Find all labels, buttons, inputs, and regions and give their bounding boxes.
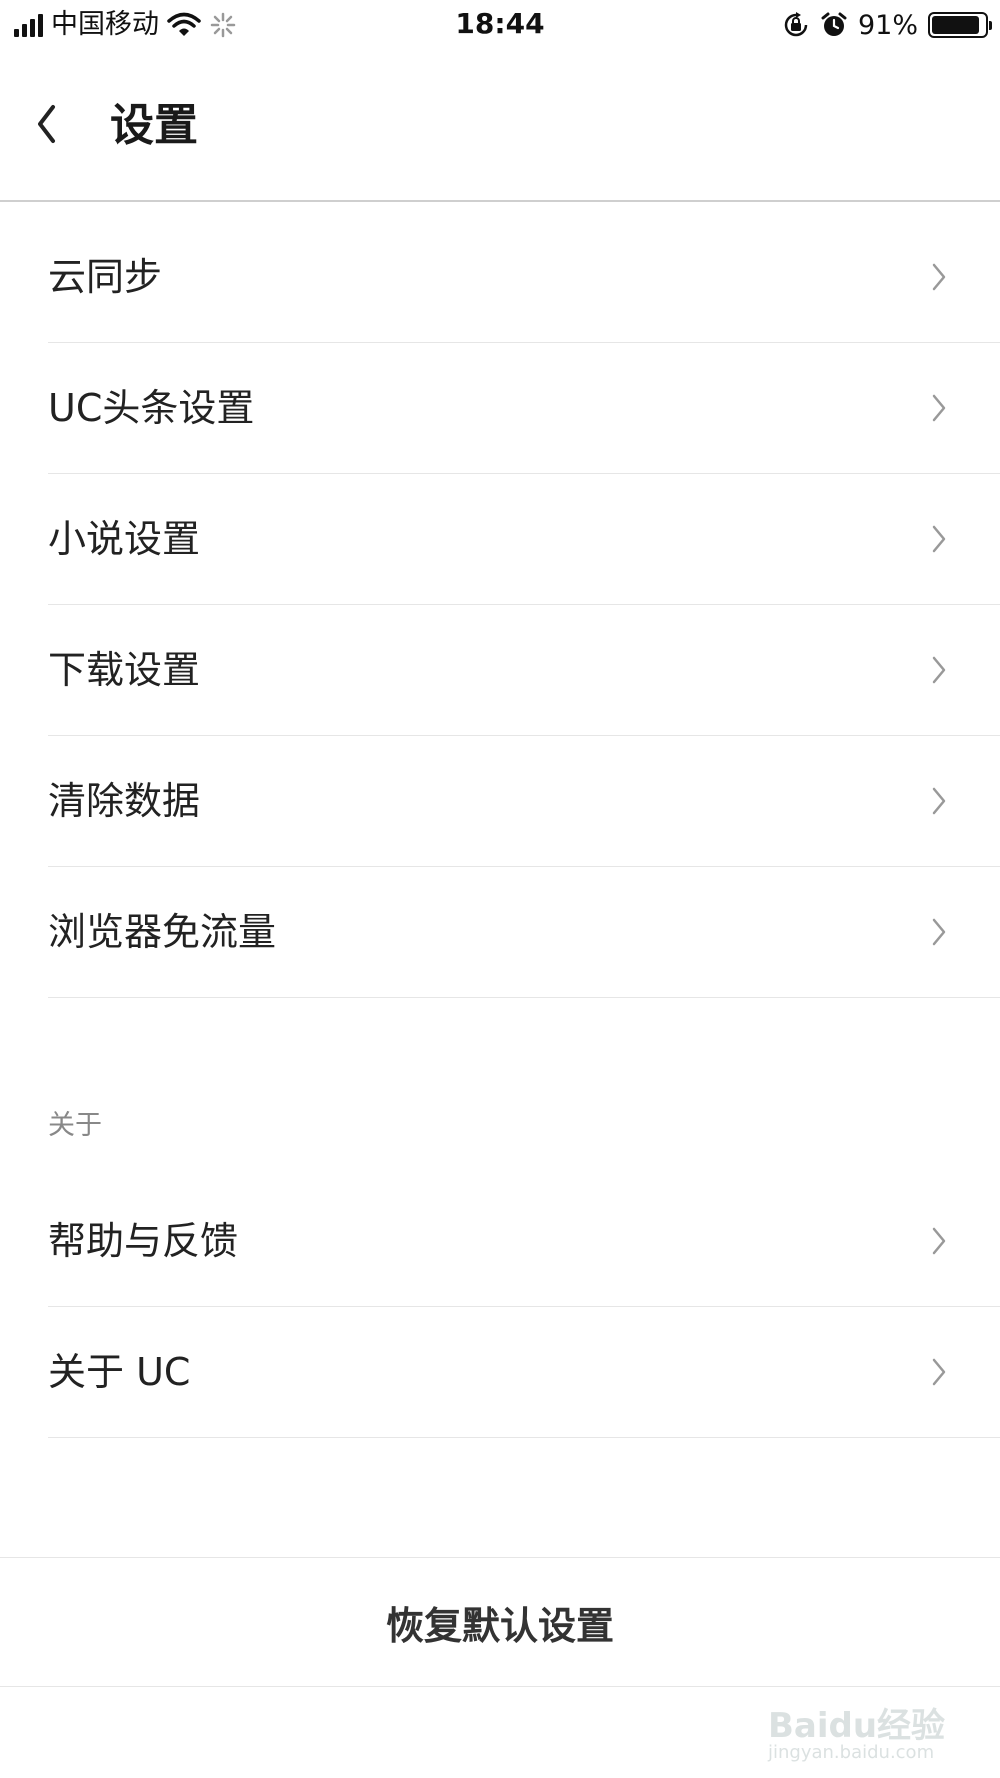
settings-item-cloud-sync[interactable]: 云同步: [48, 212, 1000, 343]
status-right: 91%: [782, 8, 992, 42]
chevron-right-icon: [932, 787, 946, 815]
chevron-right-icon: [932, 918, 946, 946]
battery-fill: [932, 16, 980, 34]
list-item-label: UC头条设置: [48, 386, 255, 430]
footer: 恢复默认设置: [0, 1557, 1000, 1687]
watermark-logo: Baidu经验 jingyan.baidu.com: [768, 1690, 948, 1770]
settings-list: 云同步 UC头条设置 小说设置 下载设置 清除数据 浏览器免流量: [0, 212, 1000, 998]
chevron-left-icon: [38, 105, 55, 143]
settings-item-free-data[interactable]: 浏览器免流量: [48, 867, 1000, 998]
chevron-right-icon: [932, 525, 946, 553]
section-heading-about: 关于: [48, 1110, 102, 1141]
chevron-right-icon: [932, 263, 946, 291]
battery-percent: 91%: [857, 9, 918, 41]
settings-item-clear-data[interactable]: 清除数据: [48, 736, 1000, 867]
restore-defaults-button[interactable]: 恢复默认设置: [0, 1558, 1000, 1686]
battery-icon: [928, 12, 992, 38]
list-item-label: 清除数据: [48, 779, 201, 823]
settings-item-help-feedback[interactable]: 帮助与反馈: [48, 1176, 1000, 1307]
list-item-label: 帮助与反馈: [48, 1219, 239, 1263]
settings-item-download[interactable]: 下载设置: [48, 605, 1000, 736]
list-item-label: 浏览器免流量: [48, 910, 277, 954]
chevron-right-icon: [932, 394, 946, 422]
back-button[interactable]: [26, 94, 66, 154]
status-bar: 中国移动 18:44 91%: [0, 0, 1000, 50]
watermark-sub: jingyan.baidu.com: [768, 1742, 935, 1763]
watermark-text: Baidu经验: [768, 1706, 946, 1746]
list-item-label: 云同步: [48, 255, 163, 299]
alarm-icon: [821, 12, 847, 36]
settings-item-about-uc[interactable]: 关于 UC: [48, 1307, 1000, 1438]
list-item-label: 小说设置: [48, 517, 201, 561]
chevron-right-icon: [932, 656, 946, 684]
list-item-label: 下载设置: [48, 648, 201, 692]
about-list: 帮助与反馈 关于 UC: [0, 1176, 1000, 1438]
settings-item-novel[interactable]: 小说设置: [48, 474, 1000, 605]
nav-header: 设置: [0, 50, 1000, 202]
orientation-lock-icon: [784, 12, 808, 37]
chevron-right-icon: [932, 1358, 946, 1386]
list-item-label: 关于 UC: [48, 1350, 191, 1394]
chevron-right-icon: [932, 1227, 946, 1255]
page-title: 设置: [110, 100, 198, 151]
settings-item-uc-headlines[interactable]: UC头条设置: [48, 343, 1000, 474]
